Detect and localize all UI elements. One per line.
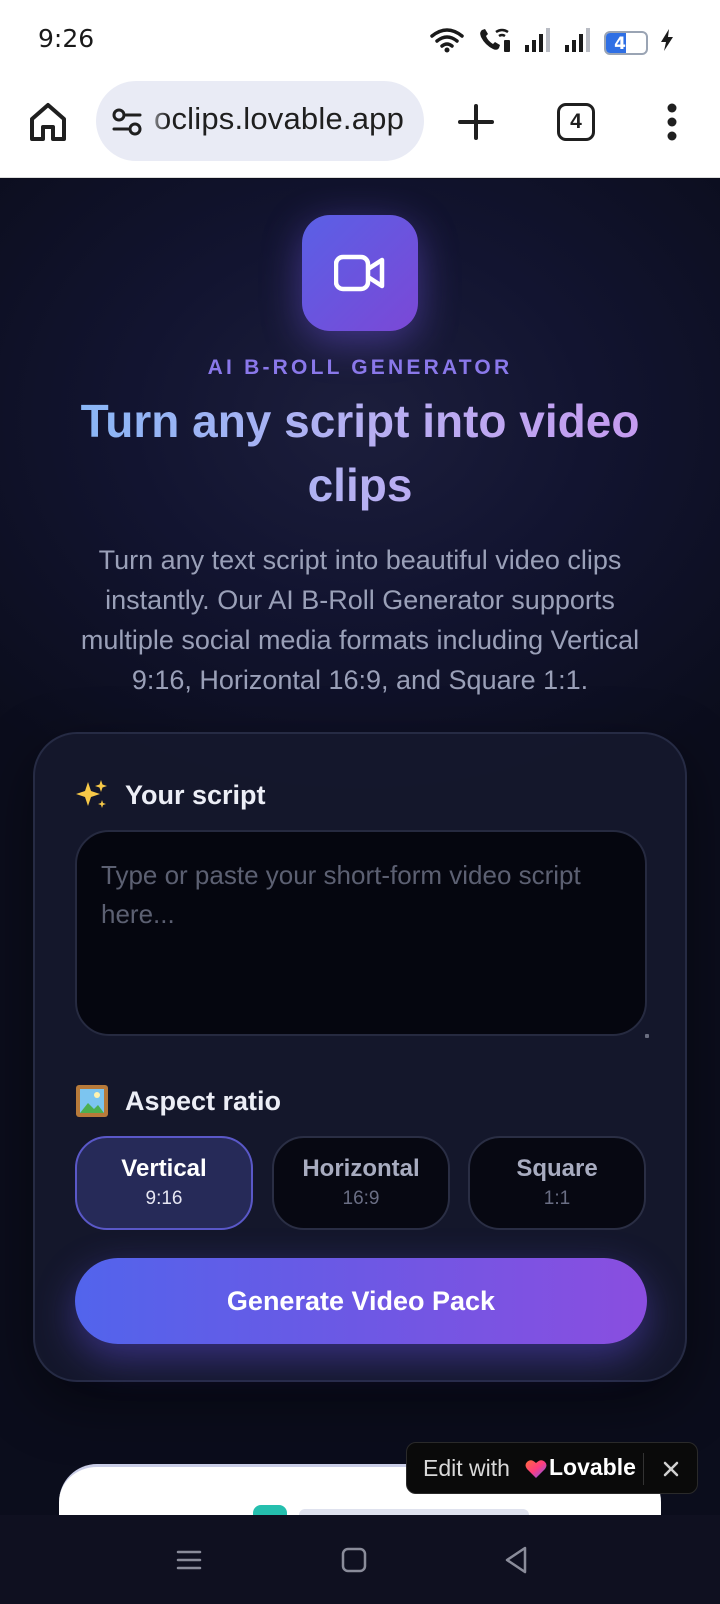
video-camera-icon [334, 254, 385, 292]
site-settings-icon[interactable] [110, 107, 144, 137]
ratio-option-name: Horizontal [302, 1155, 420, 1182]
battery-level: 49 [614, 33, 638, 54]
url-fade [140, 81, 168, 161]
badge-edit-text: Edit with [423, 1455, 510, 1481]
lovable-heart-icon [525, 1459, 547, 1479]
menu-icon[interactable] [172, 1543, 206, 1577]
generate-video-pack-button[interactable]: Generate Video Pack [75, 1258, 647, 1344]
ratio-option-vertical[interactable]: Vertical 9:16 [75, 1136, 253, 1230]
signal-icon [564, 27, 592, 58]
badge-divider [643, 1453, 644, 1485]
resize-handle[interactable] [645, 1034, 649, 1038]
page-title: Turn any script into video clips [60, 389, 660, 517]
home-square-icon[interactable] [337, 1543, 371, 1577]
ratio-option-horizontal[interactable]: Horizontal 16:9 [272, 1136, 450, 1230]
sparkles-icon [75, 778, 109, 812]
browser-toolbar: oclips.lovable.app 4 [0, 80, 720, 178]
status-icons: 49 [430, 26, 674, 59]
system-nav-bar [0, 1515, 720, 1604]
home-icon[interactable] [26, 100, 70, 144]
signal-icon [524, 27, 552, 58]
aspect-ratio-label-text: Aspect ratio [125, 1085, 282, 1116]
ratio-option-value: 1:1 [543, 1188, 571, 1209]
preview-thumbnail [253, 1505, 287, 1515]
web-page: AI B-ROLL GENERATOR Turn any script into… [0, 179, 720, 1515]
framed-picture-icon [75, 1084, 109, 1118]
address-bar[interactable]: oclips.lovable.app [96, 81, 424, 161]
generator-form-card: Your script Type or paste your short-for… [33, 732, 687, 1382]
status-bar: 9:26 49 [0, 0, 720, 80]
charging-icon [660, 28, 674, 57]
ratio-option-value: 9:16 [145, 1188, 183, 1209]
edit-with-lovable-badge[interactable]: Edit with Lovable [406, 1442, 698, 1494]
script-placeholder: Type or paste your short-form video scri… [101, 860, 581, 929]
more-vert-icon[interactable] [660, 100, 684, 144]
script-label-text: Your script [125, 779, 266, 810]
wifi-icon [430, 27, 464, 58]
badge-brand-text: Lovable [549, 1454, 636, 1480]
app-logo [302, 215, 418, 331]
back-triangle-icon[interactable] [500, 1543, 534, 1577]
aspect-ratio-section-label: Aspect ratio [75, 1084, 281, 1118]
status-time: 9:26 [38, 24, 95, 53]
script-textarea[interactable]: Type or paste your short-form video scri… [75, 830, 649, 1038]
script-section-label: Your script [75, 778, 266, 812]
eyebrow-label: AI B-ROLL GENERATOR [207, 356, 513, 379]
wifi-calling-icon [476, 26, 512, 59]
ratio-option-value: 16:9 [342, 1188, 380, 1209]
url-text[interactable]: oclips.lovable.app [154, 101, 404, 137]
close-icon[interactable] [659, 1457, 683, 1481]
tab-switcher-icon[interactable]: 4 [557, 103, 595, 141]
ratio-option-name: Vertical [121, 1155, 207, 1182]
new-tab-plus-icon[interactable] [456, 102, 496, 142]
ratio-option-name: Square [516, 1155, 598, 1182]
battery-icon: 49 [604, 30, 648, 55]
ratio-option-square[interactable]: Square 1:1 [468, 1136, 646, 1230]
page-description: Turn any text script into beautiful vide… [80, 545, 640, 695]
